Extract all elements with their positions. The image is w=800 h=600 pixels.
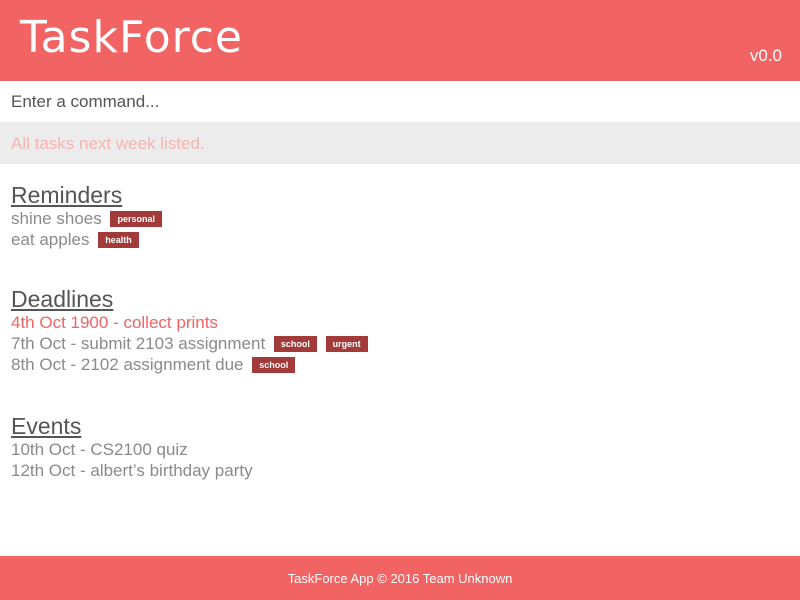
footer-bar: TaskForce App © 2016 Team Unknown: [0, 556, 800, 600]
result-message: All tasks next week listed.: [11, 134, 205, 153]
task-name: 4th Oct 1900 - collect prints: [11, 313, 218, 332]
deadlines-section: Deadlines 4th Oct 1900 - collect prints …: [11, 286, 771, 375]
reminder-item[interactable]: eat apples health: [11, 229, 771, 250]
deadline-item[interactable]: 8th Oct - 2102 assignment due school: [11, 354, 771, 375]
events-section: Events 10th Oct - CS2100 quiz 12th Oct -…: [11, 413, 771, 481]
command-bar: [0, 81, 800, 122]
event-item[interactable]: 10th Oct - CS2100 quiz: [11, 439, 771, 460]
task-name: shine shoes: [11, 209, 102, 228]
reminders-section: Reminders shine shoes personal eat apple…: [11, 182, 771, 250]
task-name: eat apples: [11, 230, 90, 249]
tag-badge: personal: [110, 211, 162, 227]
task-name: 7th Oct - submit 2103 assignment: [11, 334, 266, 353]
task-name: 8th Oct - 2102 assignment due: [11, 355, 244, 374]
result-display: All tasks next week listed.: [0, 122, 800, 164]
tag-badge: health: [98, 232, 139, 248]
events-title: Events: [11, 413, 82, 439]
task-name: 12th Oct - albert’s birthday party: [11, 461, 253, 480]
deadline-item[interactable]: 4th Oct 1900 - collect prints: [11, 312, 771, 333]
app-window: TaskForce v0.0 All tasks next week liste…: [0, 0, 800, 600]
task-name: 10th Oct - CS2100 quiz: [11, 440, 188, 459]
version-label: v0.0: [749, 46, 782, 65]
footer-copyright: TaskForce App © 2016 Team Unknown: [287, 571, 513, 586]
event-item[interactable]: 12th Oct - albert’s birthday party: [11, 460, 771, 481]
tag-badge: urgent: [325, 336, 368, 352]
command-input[interactable]: [0, 81, 800, 122]
tag-badge: school: [273, 336, 317, 352]
deadline-item[interactable]: 7th Oct - submit 2103 assignment school …: [11, 333, 771, 354]
reminders-title: Reminders: [11, 182, 123, 208]
tag-badge: school: [252, 357, 296, 373]
deadlines-title: Deadlines: [11, 286, 114, 312]
header-bar: TaskForce v0.0: [0, 0, 800, 81]
reminder-item[interactable]: shine shoes personal: [11, 208, 771, 229]
app-logo-title: TaskForce: [20, 12, 244, 63]
